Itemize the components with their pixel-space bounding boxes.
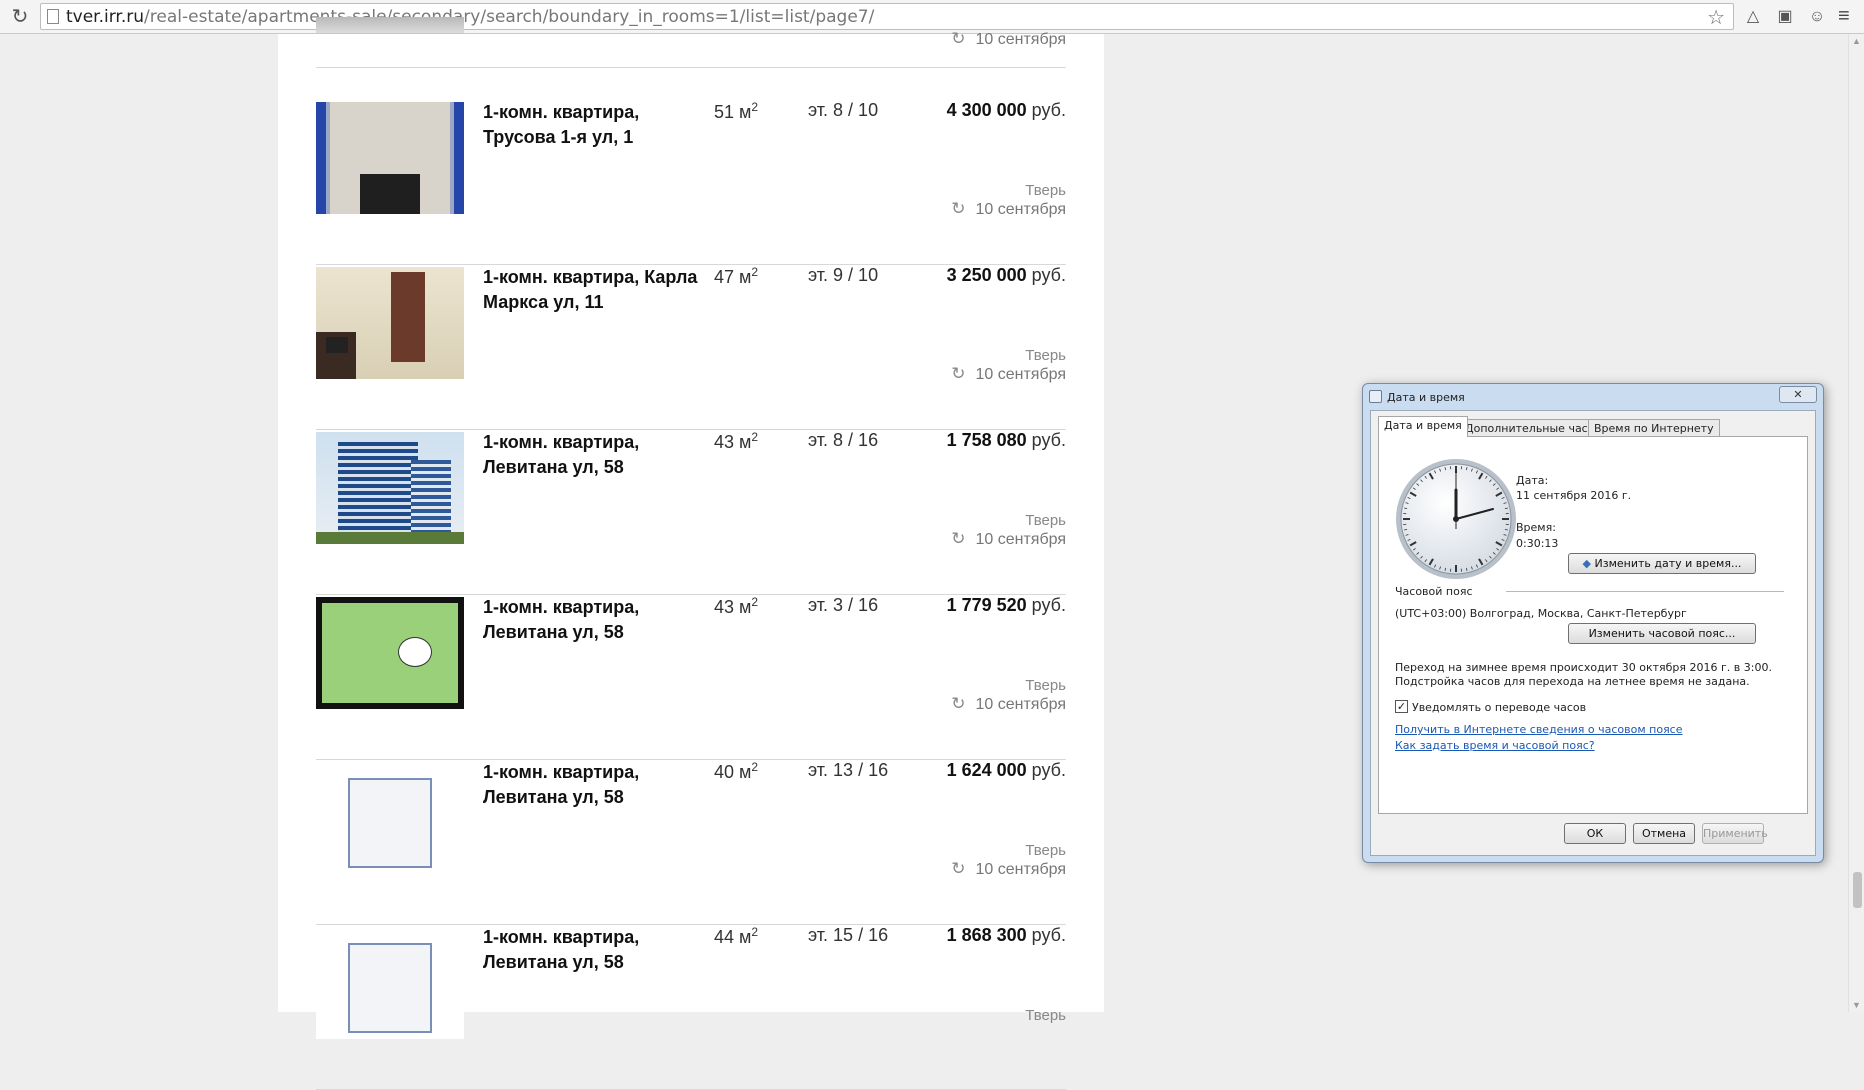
listing-date: ↻10 сентября bbox=[951, 859, 1066, 879]
timezone-info-link[interactable]: Получить в Интернете сведения о часовом … bbox=[1395, 723, 1683, 736]
page-scrollbar[interactable]: ▲ ▼ bbox=[1848, 34, 1864, 1012]
refresh-icon: ↻ bbox=[951, 694, 965, 713]
help-link[interactable]: Как задать время и часовой пояс? bbox=[1395, 739, 1595, 752]
listing-area: 51 м2 bbox=[714, 100, 758, 123]
notify-label: Уведомлять о переводе часов bbox=[1412, 701, 1586, 714]
clock-window-icon bbox=[1369, 390, 1382, 403]
listing-title[interactable]: 1-комн. квартира, Левитана ул, 58 bbox=[483, 760, 703, 810]
extension-drop-icon[interactable]: △ bbox=[1742, 6, 1764, 28]
analog-clock bbox=[1394, 457, 1518, 581]
change-timezone-button[interactable]: Изменить часовой пояс... bbox=[1568, 623, 1756, 644]
listing-city: Тверь bbox=[1025, 677, 1066, 694]
close-button[interactable]: ✕ bbox=[1779, 386, 1817, 403]
extension-screenshot-icon[interactable]: ▣ bbox=[1774, 6, 1796, 28]
listing-photo[interactable] bbox=[316, 927, 464, 1039]
listing-photo[interactable] bbox=[316, 762, 464, 874]
dialog-body: Дата и время Дополнительные часы Время п… bbox=[1370, 410, 1816, 856]
listing-floor: эт. 3 / 16 bbox=[808, 595, 878, 616]
listing-date: ↻10 сентября bbox=[951, 529, 1066, 549]
listing-item[interactable]: 1-комн. квартира, Левитана ул, 58 40 м2 эт… bbox=[316, 762, 1066, 925]
dst-info-line2: Подстройка часов для перехода на летнее … bbox=[1395, 675, 1750, 688]
listing-price: 1 758 080 руб. bbox=[947, 430, 1066, 451]
listing-title[interactable]: 1-комн. квартира, Левитана ул, 58 bbox=[483, 430, 703, 480]
refresh-icon: ↻ bbox=[951, 29, 965, 48]
listing-city: Тверь bbox=[1025, 182, 1066, 199]
listing-photo[interactable] bbox=[316, 17, 464, 33]
listing-photo[interactable] bbox=[316, 432, 464, 544]
listing-item[interactable]: 1-комн. квартира, Трусова 1-я ул, 1 51 м2… bbox=[316, 102, 1066, 265]
listing-area: 44 м2 bbox=[714, 925, 758, 948]
listing-city: Тверь bbox=[1025, 842, 1066, 859]
dst-info-line1: Переход на зимнее время происходит 30 ок… bbox=[1395, 661, 1772, 674]
ok-button[interactable]: ОК bbox=[1564, 823, 1626, 844]
listing-city: Тверь bbox=[1025, 512, 1066, 529]
scroll-up-icon[interactable]: ▲ bbox=[1852, 36, 1861, 46]
timezone-label: Часовой пояс bbox=[1395, 585, 1473, 598]
listing-photo[interactable] bbox=[316, 102, 464, 214]
listing-area: 47 м2 bbox=[714, 265, 758, 288]
listing-floor: эт. 15 / 16 bbox=[808, 925, 888, 946]
listing-item[interactable]: 1-комн. квартира, Левитана ул, 58 44 м2 эт… bbox=[316, 927, 1066, 1090]
extension-user-icon[interactable]: ☺ bbox=[1806, 6, 1828, 28]
listing-item[interactable]: 1-комн. квартира, Карла Маркса ул, 11 47 … bbox=[316, 267, 1066, 430]
listing-price: 1 624 000 руб. bbox=[947, 760, 1066, 781]
listing-date: ↻10 сентября bbox=[951, 694, 1066, 714]
listing-city: Тверь bbox=[1025, 347, 1066, 364]
scroll-down-icon[interactable]: ▼ bbox=[1852, 1000, 1861, 1010]
page-icon bbox=[47, 9, 59, 24]
listing-title[interactable]: 1-комн. квартира, Карла Маркса ул, 11 bbox=[483, 265, 703, 315]
listing-floor: эт. 9 / 10 bbox=[808, 265, 878, 286]
listing-price: 1 779 520 руб. bbox=[947, 595, 1066, 616]
refresh-icon: ↻ bbox=[951, 859, 965, 878]
timezone-value: (UTC+03:00) Волгоград, Москва, Санкт-Пет… bbox=[1395, 607, 1687, 620]
listing-item[interactable]: 1-комн. квартира, Левитана ул, 58 43 м2 эт… bbox=[316, 597, 1066, 760]
date-label: Дата: bbox=[1516, 474, 1548, 487]
listing-item[interactable]: 1-комн. квартира, Левитана ул, 58 43 м2 эт… bbox=[316, 432, 1066, 595]
cancel-button[interactable]: Отмена bbox=[1633, 823, 1695, 844]
listing-photo[interactable] bbox=[316, 267, 464, 379]
time-label: Время: bbox=[1516, 521, 1556, 534]
listing-city: Тверь bbox=[1025, 1007, 1066, 1024]
notify-checkbox[interactable]: ✓ bbox=[1395, 700, 1408, 713]
listing-price: 1 868 300 руб. bbox=[947, 925, 1066, 946]
time-value: 0:30:13 bbox=[1516, 537, 1558, 550]
listing-area: 43 м2 bbox=[714, 595, 758, 618]
datetime-dialog: Дата и время ✕ Дата и время Дополнительн… bbox=[1362, 383, 1824, 863]
listing-price: 3 250 000 руб. bbox=[947, 265, 1066, 286]
refresh-icon: ↻ bbox=[951, 364, 965, 383]
menu-icon[interactable]: ≡ bbox=[1838, 6, 1854, 26]
shield-icon: ◆ bbox=[1583, 557, 1591, 570]
timezone-divider bbox=[1506, 591, 1784, 592]
listing-area: 43 м2 bbox=[714, 430, 758, 453]
listing-area: 40 м2 bbox=[714, 760, 758, 783]
date-value: 11 сентября 2016 г. bbox=[1516, 489, 1631, 502]
tab-internet-time[interactable]: Время по Интернету bbox=[1588, 419, 1720, 437]
bookmark-star-icon[interactable]: ☆ bbox=[1707, 5, 1725, 30]
listing-title[interactable]: 1-комн. квартира, Левитана ул, 58 bbox=[483, 595, 703, 645]
listing-price: 4 300 000 руб. bbox=[947, 100, 1066, 121]
reload-icon[interactable]: ↻ bbox=[8, 5, 32, 29]
tab-panel: Дата: 11 сентября 2016 г. Время: 0:30:13… bbox=[1378, 436, 1808, 814]
dialog-title: Дата и время bbox=[1387, 391, 1465, 404]
refresh-icon: ↻ bbox=[951, 199, 965, 218]
refresh-icon: ↻ bbox=[951, 529, 965, 548]
listing-floor: эт. 13 / 16 bbox=[808, 760, 888, 781]
tab-date-time[interactable]: Дата и время bbox=[1378, 416, 1468, 437]
listing-photo[interactable] bbox=[316, 597, 464, 709]
tab-additional-clocks[interactable]: Дополнительные часы bbox=[1459, 419, 1602, 437]
listing-date: ↻10 сентября bbox=[951, 364, 1066, 384]
listing-floor: эт. 8 / 10 bbox=[808, 100, 878, 121]
listing-partial-top: ↻10 сентября bbox=[316, 0, 1066, 68]
listing-title[interactable]: 1-комн. квартира, Трусова 1-я ул, 1 bbox=[483, 100, 703, 150]
scrollbar-thumb[interactable] bbox=[1853, 872, 1862, 908]
listing-date: ↻10 сентября bbox=[951, 29, 1066, 49]
listing-page: ↻10 сентября 1-комн. квартира, Трусова 1… bbox=[278, 34, 1104, 1012]
listing-title[interactable]: 1-комн. квартира, Левитана ул, 58 bbox=[483, 925, 703, 975]
change-datetime-button[interactable]: ◆ Изменить дату и время... bbox=[1568, 553, 1756, 574]
apply-button[interactable]: Применить bbox=[1702, 823, 1764, 844]
listing-floor: эт. 8 / 16 bbox=[808, 430, 878, 451]
listing-date: ↻10 сентября bbox=[951, 199, 1066, 219]
